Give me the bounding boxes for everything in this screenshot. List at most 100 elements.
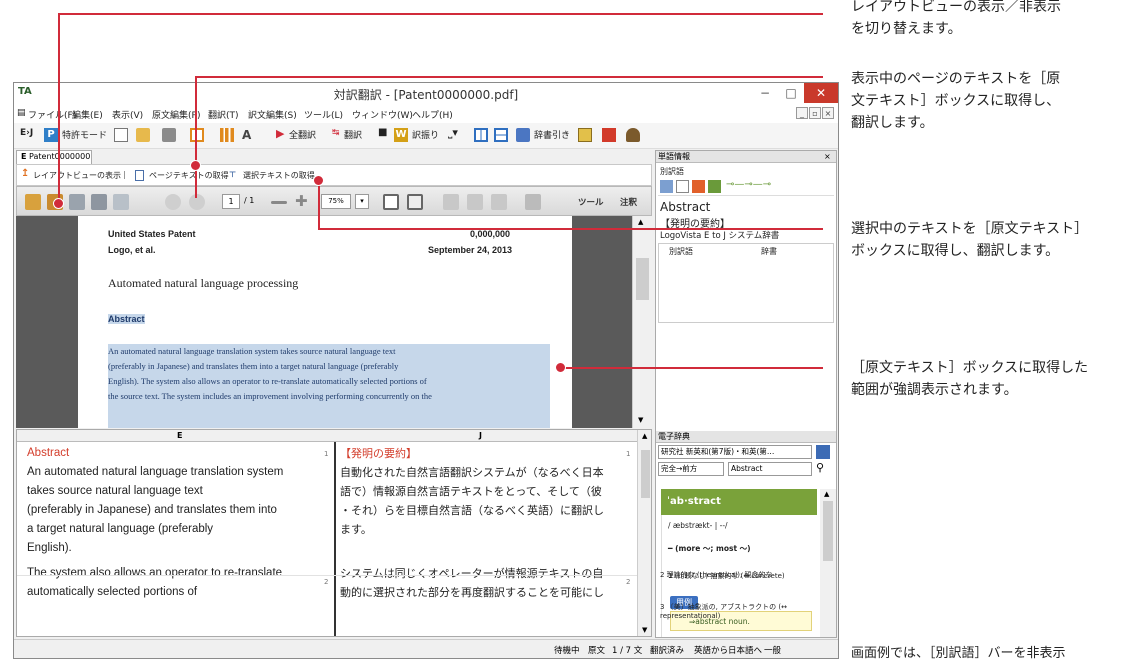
dictionary-icon[interactable] <box>516 128 530 142</box>
column-view-icon[interactable] <box>220 128 234 142</box>
disk-icon[interactable] <box>69 194 85 210</box>
alt-word-list[interactable]: 別訳語 辞書 <box>658 243 834 323</box>
menu-doc-icon: ▤ <box>17 108 26 118</box>
edit-icon[interactable] <box>443 194 459 210</box>
zoom-dropdown-icon[interactable]: ▾ <box>355 194 369 209</box>
match-mode-select[interactable]: 完全→前方 <box>658 462 724 476</box>
translate-button[interactable]: 翻訳 <box>344 128 362 141</box>
menu-edit[interactable]: 編集(E) <box>72 108 103 121</box>
menu-source-edit[interactable]: 原文編集(P) <box>152 108 200 121</box>
maximize-button[interactable]: □ <box>778 83 804 103</box>
fit-width-icon[interactable] <box>407 194 423 210</box>
fullscreen-icon[interactable] <box>525 194 541 210</box>
pdf-scroll-thumb[interactable] <box>636 258 649 300</box>
callout-dot-1 <box>53 198 64 209</box>
scroll-down-icon[interactable]: ▼ <box>638 416 643 424</box>
dict-scroll-thumb[interactable] <box>823 501 833 561</box>
minimize-button[interactable]: − <box>752 83 778 103</box>
page-up-icon[interactable] <box>165 194 181 210</box>
layout-stack-icon[interactable] <box>494 128 508 142</box>
menu-file[interactable]: ファイル(F) <box>28 108 76 121</box>
dict-scrollbar[interactable]: ▲ <box>820 489 836 637</box>
save-pdf-icon[interactable] <box>25 194 41 210</box>
play-icon[interactable]: ▶ <box>276 127 284 140</box>
user-icon[interactable] <box>626 128 640 142</box>
notes-button[interactable]: 注釈 <box>620 196 637 208</box>
close-button[interactable]: ✕ <box>804 83 838 103</box>
assign-button[interactable]: 訳振り <box>412 128 439 141</box>
new-document-icon[interactable] <box>114 128 128 142</box>
open-folder-icon[interactable] <box>136 128 150 142</box>
menu-target-edit[interactable]: 訳文編集(S) <box>248 108 297 121</box>
zoom-out-icon[interactable] <box>271 201 287 204</box>
column-divider[interactable] <box>334 442 336 636</box>
tools-button[interactable]: ツール <box>578 196 604 208</box>
patent-mode-icon[interactable]: P <box>44 128 58 142</box>
callout-line-1 <box>58 13 60 203</box>
glossary-icon[interactable] <box>578 128 592 142</box>
direction-button[interactable]: E›J <box>20 128 33 138</box>
callout-line: ボックスに取得し、翻訳します。 <box>851 243 1060 259</box>
pdf-scrollbar[interactable]: ▲ ▼ <box>632 216 652 428</box>
space-icon[interactable]: ⎵▾ <box>448 126 458 140</box>
translate-step-icon[interactable]: ↹ <box>332 128 340 138</box>
pen-icon[interactable] <box>467 194 483 210</box>
binoculars-icon[interactable]: ⚲ <box>816 461 824 474</box>
translate-all-button[interactable]: 全翻訳 <box>289 128 316 141</box>
abstract-heading: Abstract <box>108 314 145 324</box>
pdf-layout-view[interactable]: United States Patent 0,000,000 Logo, et … <box>16 216 652 428</box>
menu-view[interactable]: 表示(V) <box>112 108 143 121</box>
parallel-text-grid[interactable]: E J 1 1 Abstract An automated natural la… <box>16 429 652 637</box>
scroll-down-icon[interactable]: ▼ <box>642 626 647 634</box>
scroll-up-icon[interactable]: ▲ <box>824 490 829 498</box>
layout-view-button[interactable]: レイアウトビューの表示 <box>33 170 121 181</box>
assign-icon[interactable]: W <box>394 128 408 142</box>
menu-window[interactable]: ウィンドウ(W) <box>352 108 413 121</box>
document-tab[interactable]: E Patent0000000 <box>16 150 92 164</box>
menu-tools[interactable]: ツール(L) <box>304 108 343 121</box>
grid-scroll-thumb[interactable] <box>641 450 650 498</box>
source-line: English). <box>27 542 72 554</box>
abstract-line: An automated natural language translatio… <box>108 346 396 356</box>
grid-scrollbar[interactable]: ▲ ▼ <box>637 430 651 636</box>
fit-page-icon[interactable] <box>383 194 399 210</box>
panel-close-icon[interactable]: × <box>824 151 831 162</box>
page-number-input[interactable]: 1 <box>222 194 240 209</box>
zoom-input[interactable]: 75% <box>321 194 351 209</box>
source-text-column[interactable]: Abstract An automated natural language t… <box>27 444 325 602</box>
row-number: 2 <box>626 578 631 586</box>
alt-words-icon[interactable] <box>660 180 673 193</box>
print-pdf-icon[interactable] <box>91 194 107 210</box>
mdi-minimize-button[interactable]: _ <box>796 107 808 119</box>
mdi-close-button[interactable]: × <box>822 107 834 119</box>
dict-search-input[interactable]: Abstract <box>728 462 812 476</box>
dict-lookup-button[interactable]: 辞書引き <box>534 128 570 141</box>
get-selected-text-button[interactable]: 選択テキストの取得 <box>243 170 315 181</box>
email-icon[interactable] <box>113 194 129 210</box>
font-icon[interactable]: A <box>242 128 256 142</box>
layout-side-icon[interactable] <box>474 128 488 142</box>
page-down-icon[interactable] <box>189 194 205 210</box>
stamp-icon[interactable] <box>491 194 507 210</box>
target-text-column[interactable]: 【発明の要約】 自動化された自然言語翻訳システムが（なるべく日本 語で）情報源自… <box>340 444 625 602</box>
get-page-text-button[interactable]: ページテキストの取得 <box>149 170 229 181</box>
callout-text-3: 選択中のテキストを［原文テキスト］ ボックスに取得し、翻訳します。 <box>851 218 1088 262</box>
split-view-icon[interactable] <box>190 128 204 142</box>
mdi-restore-button[interactable]: ▫ <box>809 107 821 119</box>
menu-help[interactable]: ヘルプ(H) <box>412 108 453 121</box>
scroll-up-icon[interactable]: ▲ <box>642 432 647 440</box>
patent-mode-button[interactable]: 特許モード <box>62 128 107 141</box>
dict-green-icon[interactable] <box>708 180 721 193</box>
stop-icon[interactable]: ■ <box>378 127 387 138</box>
scroll-up-icon[interactable]: ▲ <box>638 218 643 226</box>
print-icon[interactable] <box>162 128 176 142</box>
zoom-in-icon[interactable]: ✚ <box>295 192 308 210</box>
nav-icons[interactable]: ⊸—⊸—⊸ <box>726 179 771 190</box>
dict-red-icon[interactable] <box>692 180 705 193</box>
dictionary-book-icon[interactable] <box>816 445 830 459</box>
dictionary-select[interactable]: 研究社 新英和(第7版)・和英(第… <box>658 445 812 459</box>
abstract-line: the source text. The system includes an … <box>108 391 432 401</box>
red-book-icon[interactable] <box>602 128 616 142</box>
lookup-icon[interactable] <box>676 180 689 193</box>
menu-translate[interactable]: 翻訳(T) <box>208 108 239 121</box>
